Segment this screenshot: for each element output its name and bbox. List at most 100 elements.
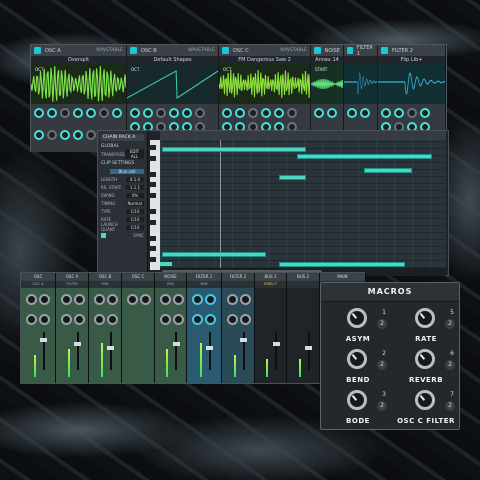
osc-knob[interactable] xyxy=(34,108,44,118)
macro-mod-count[interactable]: 2 xyxy=(377,319,387,329)
macro-slot-5[interactable]: 5 2 RATE xyxy=(393,305,459,345)
black-key[interactable] xyxy=(150,193,156,198)
macro-knob[interactable] xyxy=(415,390,435,410)
mixer-knob[interactable] xyxy=(227,314,238,325)
preset-selector[interactable] xyxy=(344,56,377,64)
macro-mod-count[interactable]: 2 xyxy=(377,401,387,411)
fader-handle[interactable] xyxy=(305,346,312,350)
mixer-knob[interactable] xyxy=(227,294,238,305)
osc-knob[interactable] xyxy=(182,108,192,118)
clip-field-value[interactable]: 1/16 xyxy=(126,216,144,222)
clip-field-value[interactable]: 1.1.1 xyxy=(126,184,144,190)
fader-handle[interactable] xyxy=(272,342,280,346)
transpose-row[interactable]: TRANSPOSE EDIT ALL xyxy=(101,149,144,159)
mixer-knob[interactable] xyxy=(140,294,151,305)
mixer-knob[interactable] xyxy=(74,294,85,305)
osc-header[interactable]: FILTER 2 xyxy=(378,45,445,56)
midi-note[interactable] xyxy=(297,154,432,159)
osc-knob[interactable] xyxy=(360,108,370,118)
edit-all-button[interactable]: EDIT ALL xyxy=(124,149,144,159)
volume-fader[interactable] xyxy=(76,332,79,370)
black-key[interactable] xyxy=(150,171,156,177)
piano-keyboard[interactable] xyxy=(150,140,160,270)
osc-knob[interactable] xyxy=(222,108,232,118)
osc-knob[interactable] xyxy=(47,108,57,118)
osc-knob[interactable] xyxy=(47,129,57,140)
volume-fader[interactable] xyxy=(307,332,310,370)
osc-knob[interactable] xyxy=(86,129,96,140)
osc-knob[interactable] xyxy=(195,108,205,118)
fader-handle[interactable] xyxy=(172,342,180,346)
midi-note[interactable] xyxy=(363,168,413,173)
mixer-knob[interactable] xyxy=(205,314,216,325)
mixer-knob[interactable] xyxy=(94,294,105,305)
fader-handle[interactable] xyxy=(74,342,81,346)
volume-fader[interactable] xyxy=(175,332,177,370)
channel-route[interactable]: DIRECT xyxy=(255,281,286,288)
black-key[interactable] xyxy=(150,155,156,161)
sync-toggle[interactable] xyxy=(101,232,106,238)
black-key[interactable] xyxy=(150,182,156,188)
clip-field-value[interactable]: 0% xyxy=(126,192,144,198)
mixer-knob[interactable] xyxy=(107,314,118,325)
macro-knob[interactable] xyxy=(415,349,435,369)
osc-knob[interactable] xyxy=(143,108,153,118)
preset-selector[interactable]: Annex 14 xyxy=(311,56,343,64)
waveform-display[interactable] xyxy=(344,64,377,104)
black-key[interactable] xyxy=(150,209,156,215)
osc-knob[interactable] xyxy=(60,108,70,118)
black-key[interactable] xyxy=(150,145,156,151)
macro-slot-3[interactable]: 3 2 BODE xyxy=(325,387,391,427)
osc-knob[interactable] xyxy=(73,129,83,140)
fader-handle[interactable] xyxy=(240,338,247,342)
osc-knob[interactable] xyxy=(274,108,284,118)
mixer-knob[interactable] xyxy=(127,294,138,305)
preset-selector[interactable]: Flip Lib+ xyxy=(378,56,445,64)
power-toggle[interactable] xyxy=(34,47,41,54)
mixer-knob[interactable] xyxy=(160,294,171,305)
mixer-knob[interactable] xyxy=(61,314,72,325)
channel-route[interactable] xyxy=(222,281,254,288)
osc-knob[interactable] xyxy=(261,108,271,118)
osc-knob[interactable] xyxy=(248,108,258,118)
mixer-knob[interactable] xyxy=(26,294,37,305)
osc-knob[interactable] xyxy=(314,108,324,118)
macro-slot-1[interactable]: 1 2 ASYM xyxy=(325,305,391,345)
mixer-knob[interactable] xyxy=(61,294,72,305)
macro-mod-count[interactable]: 2 xyxy=(445,401,455,411)
black-key[interactable] xyxy=(150,235,156,241)
preset-selector[interactable]: Default Shapes xyxy=(127,56,218,64)
midi-note[interactable] xyxy=(162,252,267,257)
macro-slot-2[interactable]: 2 2 BEND xyxy=(325,346,391,386)
osc-knob[interactable] xyxy=(327,108,337,118)
midi-note[interactable] xyxy=(162,147,306,152)
mixer-knob[interactable] xyxy=(74,314,85,325)
black-key[interactable] xyxy=(150,257,156,262)
mixer-knob[interactable] xyxy=(240,294,251,305)
fader-handle[interactable] xyxy=(40,338,47,342)
macro-knob[interactable] xyxy=(347,349,367,369)
clip-field-row[interactable]: LAUNCH QUANT 1/16 xyxy=(101,222,144,232)
osc-knob[interactable] xyxy=(394,108,404,118)
macro-knob[interactable] xyxy=(347,308,367,328)
osc-knob[interactable] xyxy=(156,108,166,118)
power-toggle[interactable] xyxy=(314,47,321,54)
clip-field-row[interactable]: SWING 0% xyxy=(101,191,144,199)
osc-knob[interactable] xyxy=(287,108,297,118)
clip-field-value[interactable]: 1/16 xyxy=(126,224,144,230)
channel-route[interactable] xyxy=(122,281,154,288)
waveform-display[interactable] xyxy=(127,64,218,104)
loop-marker[interactable] xyxy=(160,262,172,266)
macro-knob[interactable] xyxy=(415,308,435,328)
sync-row[interactable]: SYNC xyxy=(101,231,144,239)
osc-knob[interactable] xyxy=(407,108,417,118)
volume-fader[interactable] xyxy=(109,332,112,370)
channel-route[interactable]: PAN xyxy=(155,281,186,288)
power-toggle[interactable] xyxy=(381,47,388,54)
midi-note[interactable] xyxy=(279,175,306,180)
mixer-knob[interactable] xyxy=(39,314,50,325)
clip-field-row[interactable]: Blue cell xyxy=(101,167,144,175)
volume-fader[interactable] xyxy=(208,332,211,370)
mixer-knob[interactable] xyxy=(39,294,50,305)
osc-knob[interactable] xyxy=(60,129,70,140)
